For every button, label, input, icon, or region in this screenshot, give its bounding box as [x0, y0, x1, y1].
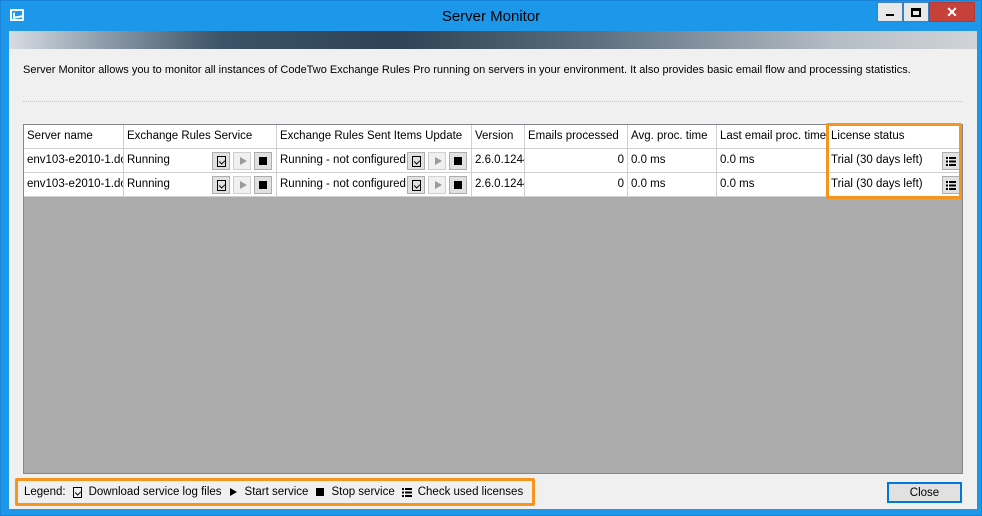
play-icon [239, 157, 247, 165]
cell-emails-processed[interactable]: 0 [525, 173, 628, 197]
header-sent-items-update[interactable]: Exchange Rules Sent Items Update [277, 125, 472, 149]
check-licenses-button[interactable] [942, 152, 960, 170]
title-bar: Server Monitor ✕ [1, 1, 981, 31]
minimize-icon [886, 14, 894, 16]
cell-last-email-proc-time[interactable]: 0.0 ms [717, 173, 828, 197]
cell-server-name[interactable]: env103-e2010-1.dom [24, 149, 124, 173]
client-area: Server Monitor allows you to monitor all… [9, 31, 977, 509]
header-version[interactable]: Version [472, 125, 525, 149]
close-icon: ✕ [946, 3, 958, 20]
stop-service-button[interactable] [254, 176, 272, 194]
cell-license-status[interactable]: Trial (30 days left) [828, 149, 962, 173]
legend-download-text: Download service log files [88, 486, 222, 498]
download-log-icon [72, 486, 84, 498]
header-server-name[interactable]: Server name [24, 125, 124, 149]
stop-icon [454, 181, 462, 189]
stop-icon [259, 157, 267, 165]
legend-stop-text: Stop service [331, 486, 395, 498]
download-log-icon [216, 179, 226, 191]
cell-avg-proc-time[interactable]: 0.0 ms [628, 173, 717, 197]
cell-server-name[interactable]: env103-e2010-1.dom [24, 173, 124, 197]
header-avg-proc-time[interactable]: Avg. proc. time [628, 125, 717, 149]
stop-service-button[interactable] [449, 152, 467, 170]
maximize-icon [911, 7, 921, 17]
cell-sent-items-status[interactable]: Running - not configured [277, 173, 472, 197]
cell-emails-processed[interactable]: 0 [525, 149, 628, 173]
download-log-icon [411, 155, 421, 167]
cell-sent-items-status[interactable]: Running - not configured [277, 149, 472, 173]
close-button[interactable]: Close [887, 482, 962, 503]
maximize-button[interactable] [903, 2, 929, 22]
start-service-button[interactable] [233, 152, 251, 170]
stop-icon [259, 181, 267, 189]
legend-check-text: Check used licenses [417, 486, 524, 498]
sent-items-status-text: Running - not configured [280, 154, 406, 166]
download-log-button[interactable] [212, 152, 230, 170]
window-title: Server Monitor [441, 8, 541, 25]
legend-bar: Legend: Download service log files Start… [15, 478, 535, 506]
server-monitor-window: Server Monitor ✕ Server Monitor allows y… [0, 0, 982, 516]
legend-start: Start service [228, 486, 309, 498]
description-text: Server Monitor allows you to monitor all… [23, 64, 911, 76]
legend-check: Check used licenses [401, 486, 523, 498]
service-status-text: Running [127, 178, 170, 190]
license-list-icon [946, 156, 956, 166]
legend-stop: Stop service [314, 486, 395, 498]
legend-label: Legend: [24, 486, 66, 498]
header-exchange-rules-service[interactable]: Exchange Rules Service [124, 125, 277, 149]
cell-license-status[interactable]: Trial (30 days left) [828, 173, 962, 197]
window-close-button[interactable]: ✕ [929, 2, 975, 22]
license-status-text: Trial (30 days left) [831, 178, 923, 190]
download-log-button[interactable] [407, 176, 425, 194]
cell-version[interactable]: 2.6.0.1244 [472, 149, 525, 173]
stop-service-button[interactable] [449, 176, 467, 194]
header-emails-processed[interactable]: Emails processed [525, 125, 628, 149]
check-licenses-button[interactable] [942, 176, 960, 194]
license-status-text: Trial (30 days left) [831, 154, 923, 166]
cell-version[interactable]: 2.6.0.1244 [472, 173, 525, 197]
stop-icon [454, 157, 462, 165]
legend-start-text: Start service [244, 486, 309, 498]
cell-service-status[interactable]: Running [124, 149, 277, 173]
play-icon [434, 157, 442, 165]
stop-service-button[interactable] [254, 152, 272, 170]
start-service-button[interactable] [428, 176, 446, 194]
cell-last-email-proc-time[interactable]: 0.0 ms [717, 149, 828, 173]
service-status-text: Running [127, 154, 170, 166]
cell-service-status[interactable]: Running [124, 173, 277, 197]
start-service-button[interactable] [233, 176, 251, 194]
header-banner [9, 31, 977, 49]
license-list-icon [401, 486, 413, 498]
play-icon [239, 181, 247, 189]
download-log-button[interactable] [407, 152, 425, 170]
play-icon [228, 486, 240, 498]
legend-download: Download service log files [72, 486, 222, 498]
header-last-email-proc-time[interactable]: Last email proc. time [717, 125, 828, 149]
start-service-button[interactable] [428, 152, 446, 170]
separator [23, 101, 963, 102]
minimize-button[interactable] [877, 2, 903, 22]
server-grid[interactable]: Server name Exchange Rules Service Excha… [23, 123, 963, 474]
license-list-icon [946, 180, 956, 190]
play-icon [434, 181, 442, 189]
download-log-button[interactable] [212, 176, 230, 194]
stop-icon [314, 486, 326, 498]
download-log-icon [216, 155, 226, 167]
sent-items-status-text: Running - not configured [280, 178, 406, 190]
header-license-status[interactable]: License status [828, 125, 962, 149]
cell-avg-proc-time[interactable]: 0.0 ms [628, 149, 717, 173]
download-log-icon [411, 179, 421, 191]
